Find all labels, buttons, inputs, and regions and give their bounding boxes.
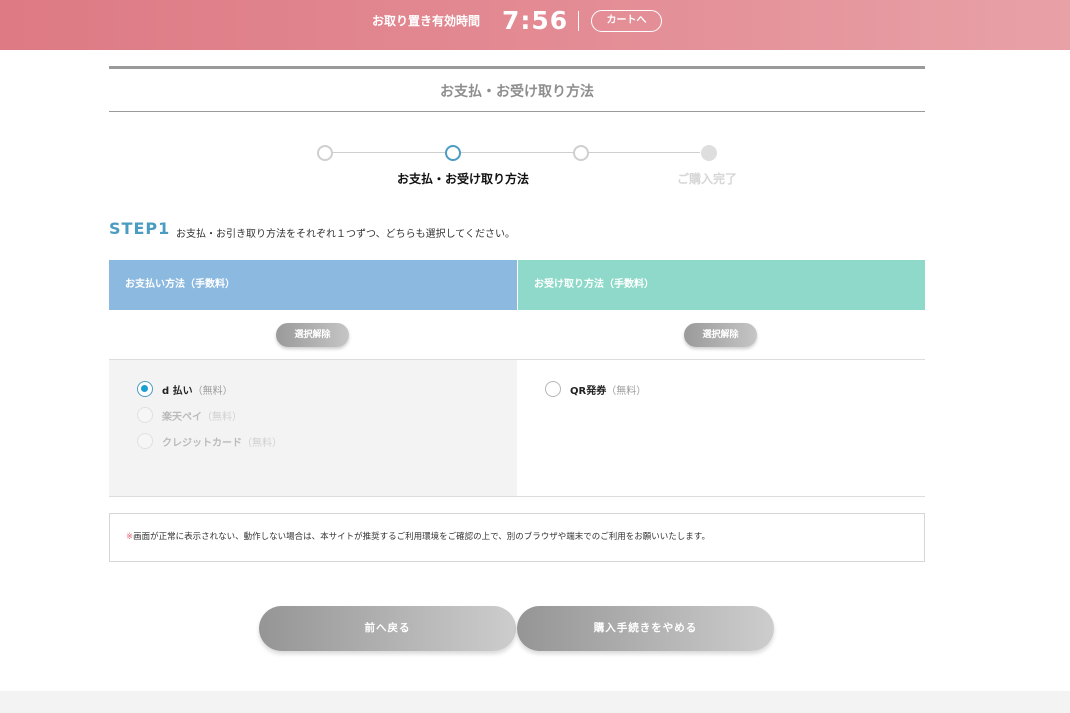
- step-2-label: お支払・お受け取り方法: [397, 172, 530, 186]
- step-2-dot: [445, 145, 461, 161]
- payment-options-panel: d 払い（無料） 楽天ペイ（無料） クレジットカード（無料）: [109, 360, 517, 496]
- option-label: クレジットカード（無料）: [162, 438, 282, 449]
- browser-notice: ※画面が正常に表示されない、動作しない場合は、本サイトが推奨するご利用環境をご確…: [109, 513, 925, 562]
- step-heading: STEP1: [109, 219, 171, 238]
- step-3-dot: [573, 145, 589, 161]
- timer-value: 7:56: [502, 6, 569, 35]
- step-description: お支払・お引き取り方法をそれぞれ１つずつ、どちらも選択してください。: [176, 229, 515, 240]
- cart-button[interactable]: カートへ: [591, 10, 662, 32]
- note-text: 画面が正常に表示されない、動作しない場合は、本サイトが推奨するご利用環境をご確認…: [133, 532, 710, 542]
- option-label: d 払い（無料）: [162, 386, 233, 397]
- receipt-method-header: お受け取り方法（手数料）: [518, 260, 925, 310]
- step-1-dot: [317, 145, 333, 161]
- timer-divider: [578, 11, 579, 31]
- option-label: 楽天ペイ（無料）: [162, 412, 242, 423]
- radio-button: [137, 407, 153, 423]
- cancel-purchase-button[interactable]: 購入手続きをやめる: [517, 606, 774, 651]
- payment-clear-button[interactable]: 選択解除: [276, 323, 349, 347]
- reservation-timer-bar: お取り置き有効時間 7:56 カートへ: [0, 0, 1070, 50]
- receipt-clear-button[interactable]: 選択解除: [684, 323, 757, 347]
- step-4-label: ご購入完了: [677, 172, 738, 186]
- page-title: お支払・お受け取り方法: [440, 84, 594, 100]
- divider: [109, 496, 925, 497]
- radio-button[interactable]: [545, 381, 561, 397]
- stepper-line: [332, 152, 700, 153]
- radio-button[interactable]: [137, 381, 153, 397]
- footer: [0, 691, 1070, 713]
- option-label: QR発券（無料）: [570, 386, 647, 397]
- radio-button: [137, 433, 153, 449]
- payment-method-header: お支払い方法（手数料）: [109, 260, 517, 310]
- step-4-dot: [701, 145, 717, 161]
- timer-label: お取り置き有効時間: [372, 14, 481, 28]
- page-title-box: お支払・お受け取り方法: [109, 66, 925, 112]
- back-button[interactable]: 前へ戻る: [259, 606, 516, 651]
